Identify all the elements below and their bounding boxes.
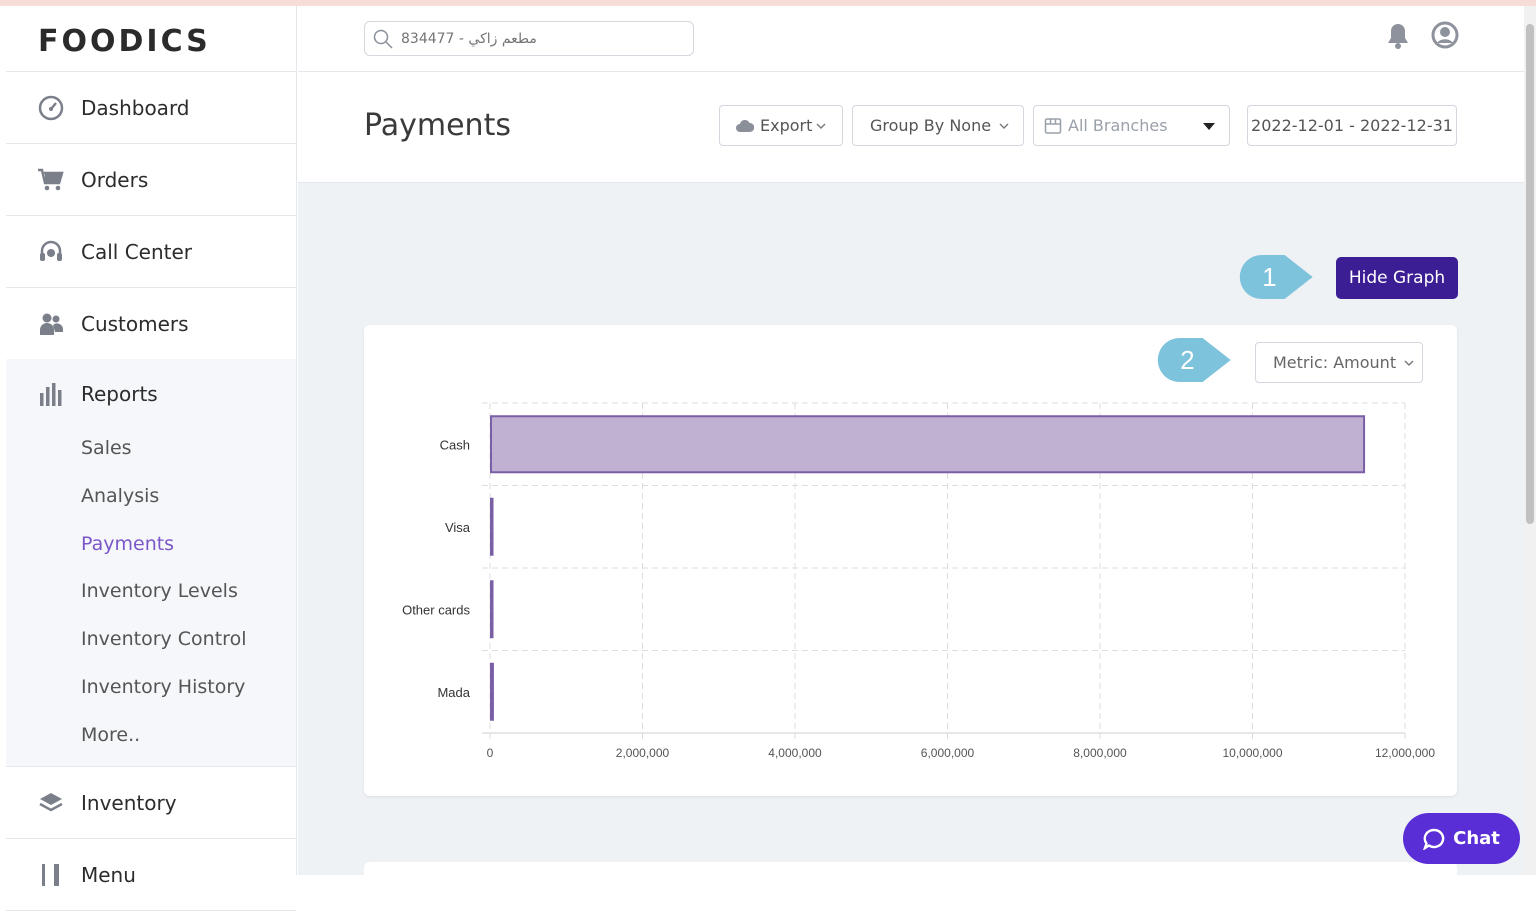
chevron-down-icon xyxy=(999,122,1009,130)
x-tick-label: 4,000,000 xyxy=(768,746,822,760)
metric-select[interactable]: Metric: Amount xyxy=(1255,342,1423,383)
search-input[interactable] xyxy=(399,26,683,52)
sidebar-item-inventory[interactable]: Inventory xyxy=(6,767,296,839)
layers-icon xyxy=(37,789,65,817)
bar-mada xyxy=(490,662,494,721)
sidebar-item-call-center[interactable]: Call Center xyxy=(6,216,296,288)
chevron-down-icon xyxy=(1404,359,1414,367)
date-range-value: 2022-12-01 - 2022-12-31 xyxy=(1251,116,1453,135)
sidebar-item-label: Call Center xyxy=(81,239,193,264)
group-by-select[interactable]: Group By None xyxy=(852,105,1024,146)
cloud-icon xyxy=(736,119,754,133)
y-tick-label: Mada xyxy=(437,685,470,700)
chevron-down-icon xyxy=(816,122,826,130)
sidebar-subitem-payments[interactable]: Payments xyxy=(81,533,174,555)
bar-chart-icon xyxy=(37,380,65,408)
bar-cash xyxy=(490,415,1366,474)
callout-bubble-2: 2 xyxy=(1157,337,1231,383)
x-tick-label: 0 xyxy=(487,746,494,760)
sidebar-item-customers[interactable]: Customers xyxy=(6,288,296,360)
headset-icon xyxy=(37,238,65,266)
date-range-picker[interactable]: 2022-12-01 - 2022-12-31 xyxy=(1247,105,1457,146)
cart-icon xyxy=(37,166,65,194)
chat-button[interactable]: Chat xyxy=(1403,813,1520,864)
export-button[interactable]: Export xyxy=(719,105,843,146)
reports-section: Reports Sales Analysis Payments Inventor… xyxy=(6,359,296,767)
y-tick-label: Cash xyxy=(440,437,470,452)
sidebar-subitem-sales[interactable]: Sales xyxy=(81,437,132,459)
sidebar-subitem-more[interactable]: More.. xyxy=(81,724,140,746)
page-title: Payments xyxy=(364,108,511,143)
sidebar-item-label: Dashboard xyxy=(81,95,190,120)
sidebar-item-menu[interactable]: Menu xyxy=(6,839,296,911)
hide-graph-button[interactable]: Hide Graph xyxy=(1336,257,1458,299)
dashboard-icon xyxy=(37,94,65,122)
search-box[interactable] xyxy=(364,21,694,56)
y-tick-label: Other cards xyxy=(402,602,470,617)
callout-number: 2 xyxy=(1180,347,1194,375)
sidebar-subitem-inventory-history[interactable]: Inventory History xyxy=(81,676,245,698)
sidebar-item-label: Orders xyxy=(81,167,149,192)
table-card xyxy=(364,862,1457,882)
x-tick-label: 10,000,000 xyxy=(1222,746,1282,760)
branches-label: All Branches xyxy=(1068,116,1168,135)
callout-bubble-1: 1 xyxy=(1239,254,1313,300)
metric-label: Metric: Amount xyxy=(1273,353,1397,372)
user-avatar-icon[interactable] xyxy=(1431,21,1459,53)
y-tick-label: Visa xyxy=(445,520,471,535)
x-tick-label: 6,000,000 xyxy=(921,746,975,760)
sidebar-item-label: Customers xyxy=(81,311,189,336)
chat-label: Chat xyxy=(1453,828,1500,849)
bar-other-cards xyxy=(490,580,494,639)
sidebar-item-orders[interactable]: Orders xyxy=(6,144,296,216)
x-tick-label: 2,000,000 xyxy=(616,746,670,760)
chat-bubble-icon xyxy=(1423,828,1445,850)
sidebar-item-reports[interactable]: Reports xyxy=(6,359,296,429)
sidebar-subitem-inventory-levels[interactable]: Inventory Levels xyxy=(81,580,238,602)
bell-icon[interactable] xyxy=(1385,22,1411,54)
caret-down-icon xyxy=(1203,123,1215,130)
sidebar-item-label: Reports xyxy=(81,382,158,406)
x-tick-label: 12,000,000 xyxy=(1375,746,1435,760)
payments-bar-chart: 0 2,000,000 4,000,000 6,000,000 8,000,000 10,… xyxy=(402,402,1435,760)
branches-select[interactable]: All Branches xyxy=(1033,105,1230,146)
store-icon xyxy=(1044,117,1062,135)
scrollbar-thumb[interactable] xyxy=(1526,24,1534,524)
search-icon xyxy=(373,29,393,53)
sidebar-subitem-analysis[interactable]: Analysis xyxy=(81,485,159,507)
export-label: Export xyxy=(760,116,813,135)
sidebar: FOODICS Dashboard Orders Call Center Cus… xyxy=(6,6,297,911)
bar-visa xyxy=(490,497,494,556)
group-by-label: Group By None xyxy=(870,116,992,135)
users-icon xyxy=(37,310,65,338)
app-logo[interactable]: FOODICS xyxy=(38,24,211,59)
page-scrollbar[interactable] xyxy=(1524,6,1536,875)
sidebar-subitem-inventory-control[interactable]: Inventory Control xyxy=(81,628,246,650)
x-tick-label: 8,000,000 xyxy=(1073,746,1127,760)
callout-number: 1 xyxy=(1262,264,1276,292)
sidebar-item-label: Inventory xyxy=(81,790,177,815)
chart-card: 0 2,000,000 4,000,000 6,000,000 8,000,000 10,… xyxy=(364,325,1457,796)
logo-row: FOODICS xyxy=(6,6,296,72)
sidebar-item-dashboard[interactable]: Dashboard xyxy=(6,72,296,144)
